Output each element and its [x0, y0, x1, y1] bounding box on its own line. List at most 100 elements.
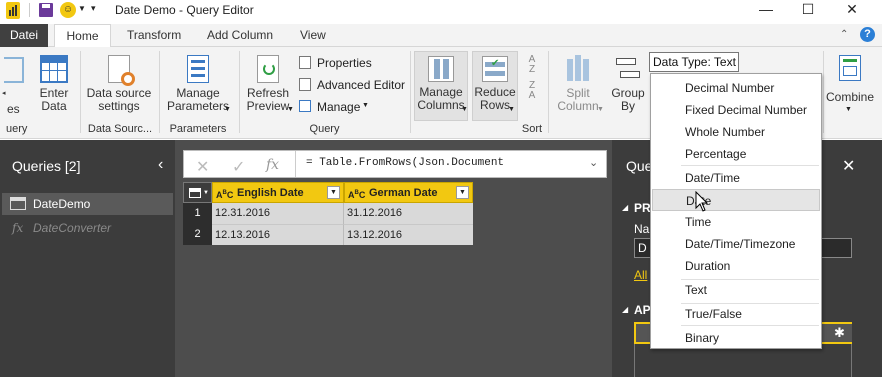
ribbon-scroll-left-icon[interactable]: ◂ [2, 89, 6, 97]
table-cell[interactable]: 12.13.2016 [212, 224, 344, 245]
sort-ascending-icon[interactable]: AZ [525, 55, 539, 75]
document-gear-icon [108, 55, 135, 86]
expand-formula-icon[interactable]: ⌄ [589, 156, 598, 169]
tab-datei[interactable]: Datei [0, 24, 48, 47]
menu-item-time[interactable]: Time [652, 211, 820, 233]
query-item-datedemo[interactable]: DateDemo [2, 193, 173, 215]
properties-section-header: PR [634, 201, 651, 215]
filter-dropdown-icon[interactable]: ▼ [456, 186, 469, 199]
minimize-button[interactable]: — [746, 0, 786, 20]
data-source-settings-button[interactable]: Data source settings [84, 55, 154, 113]
parameters-group-label: Parameters [169, 123, 227, 135]
group-separator [823, 51, 824, 133]
applied-steps-header: AP [634, 303, 651, 317]
close-pane-button[interactable]: ✕ [842, 156, 855, 176]
table-menu-corner[interactable]: ▼ [183, 182, 212, 203]
row-number: 1 [183, 203, 212, 224]
menu-item-duration[interactable]: Duration [652, 255, 820, 277]
tab-add-column[interactable]: Add Column [195, 24, 285, 47]
manage-label: Manage [317, 100, 361, 114]
menu-item-fixed-decimal-number[interactable]: Fixed Decimal Number [652, 99, 820, 121]
menu-item-date[interactable]: Date [652, 189, 820, 211]
menu-item-binary[interactable]: Binary [652, 327, 820, 349]
powerbi-logo-icon [6, 2, 20, 19]
combine-button[interactable]: Combine [826, 55, 874, 104]
chevron-down-icon: ▼ [203, 190, 209, 196]
chevron-down-icon: ▼ [287, 106, 294, 113]
accept-formula-icon[interactable]: ✓ [232, 157, 245, 177]
column-header[interactable]: ABC German Date ▼ [344, 182, 473, 203]
enter-data-label-2: Data [41, 99, 67, 113]
formula-divider [295, 151, 296, 177]
formula-input[interactable]: = Table.FromRows(Json.Document [306, 157, 504, 169]
data-source-settings-label-2: settings [98, 99, 140, 113]
column-header-label: German Date [369, 187, 438, 199]
manage-parameters-button[interactable]: Manage Parameters [162, 55, 234, 113]
group-separator [239, 51, 240, 133]
menu-item-whole-number[interactable]: Whole Number [652, 121, 820, 143]
table-cell[interactable]: 12.31.2016 [212, 203, 344, 224]
quick-access-customize-icon[interactable]: ▾ [91, 3, 96, 14]
menu-item-text[interactable]: Text [652, 279, 820, 301]
enter-data-button[interactable]: Enter Data [32, 55, 76, 113]
tab-home[interactable]: Home [54, 24, 111, 48]
group-separator [548, 51, 549, 133]
combine-label: Combine [826, 90, 875, 104]
chevron-down-icon: ▼ [461, 106, 468, 113]
table-icon [189, 188, 201, 198]
tab-transform[interactable]: Transform [115, 24, 193, 47]
manage-columns-button[interactable]: Manage Columns [414, 51, 468, 121]
table-cell[interactable]: 31.12.2016 [344, 203, 473, 224]
group-separator [410, 51, 411, 133]
collapse-ribbon-icon[interactable]: ⌃ [840, 29, 848, 40]
maximize-button[interactable]: ☐ [788, 0, 828, 20]
menu-item-percentage[interactable]: Percentage [652, 143, 820, 165]
table-cell[interactable]: 13.12.2016 [344, 224, 473, 245]
query-item-dateconverter[interactable]: fx DateConverter [2, 217, 173, 239]
partial-group-label: uery [6, 123, 28, 135]
menu-item-date-time-timezone[interactable]: Date/Time/Timezone [652, 233, 820, 255]
data-type-label: Data Type: Text [653, 55, 736, 69]
dropdown-arrow-icon[interactable]: ▼ [78, 4, 86, 13]
chevron-down-icon: ▼ [362, 102, 369, 109]
data-sources-group-label: Data Sourc... [87, 123, 153, 135]
collapse-section-icon[interactable]: ◢ [622, 203, 628, 212]
split-column-button[interactable]: Split Column [553, 55, 603, 113]
function-icon[interactable]: fx [266, 157, 279, 173]
all-properties-link[interactable]: All [634, 268, 647, 282]
function-icon: fx [12, 221, 24, 235]
tab-view[interactable]: View [288, 24, 338, 47]
group-by-button[interactable]: Group By [608, 55, 648, 113]
menu-separator [681, 165, 819, 166]
cancel-formula-icon[interactable]: ✕ [196, 157, 209, 177]
properties-icon [299, 56, 311, 69]
chevron-down-icon: ▼ [508, 106, 515, 113]
close-button[interactable]: ✕ [832, 0, 872, 20]
refresh-preview-label-2: Preview [246, 99, 290, 113]
filter-dropdown-icon[interactable]: ▼ [327, 186, 340, 199]
collapse-pane-icon[interactable]: ‹ [158, 156, 163, 174]
menu-item-decimal-number[interactable]: Decimal Number [652, 77, 820, 99]
menu-item-date-time[interactable]: Date/Time [652, 167, 820, 189]
collapse-section-icon[interactable]: ◢ [622, 305, 628, 314]
gear-icon[interactable]: ✱ [834, 325, 845, 341]
save-icon[interactable] [39, 3, 53, 17]
advanced-editor-label: Advanced Editor [317, 78, 406, 92]
refresh-preview-button[interactable]: Refresh Preview [243, 55, 293, 113]
name-label: Na [634, 222, 650, 236]
menu-separator [681, 325, 819, 326]
help-icon[interactable]: ? [860, 27, 875, 42]
column-header[interactable]: ABC English Date ▼ [212, 182, 344, 203]
parameters-list-icon [187, 55, 209, 83]
sort-descending-icon[interactable]: ZA [525, 81, 539, 101]
smiley-feedback-icon[interactable]: ☺ [60, 2, 76, 18]
column-header-label: English Date [237, 187, 304, 199]
advanced-editor-icon [299, 78, 311, 91]
split-column-icon [564, 55, 592, 83]
menu-item-true-false[interactable]: True/False [652, 303, 820, 325]
mouse-pointer-icon [695, 191, 709, 212]
query-item-label: DateDemo [33, 197, 91, 211]
manage-table-icon [299, 100, 311, 112]
data-type-menu: Decimal Number Fixed Decimal Number Whol… [650, 73, 822, 349]
data-type-dropdown[interactable]: Data Type: Text ▼ [649, 52, 739, 86]
